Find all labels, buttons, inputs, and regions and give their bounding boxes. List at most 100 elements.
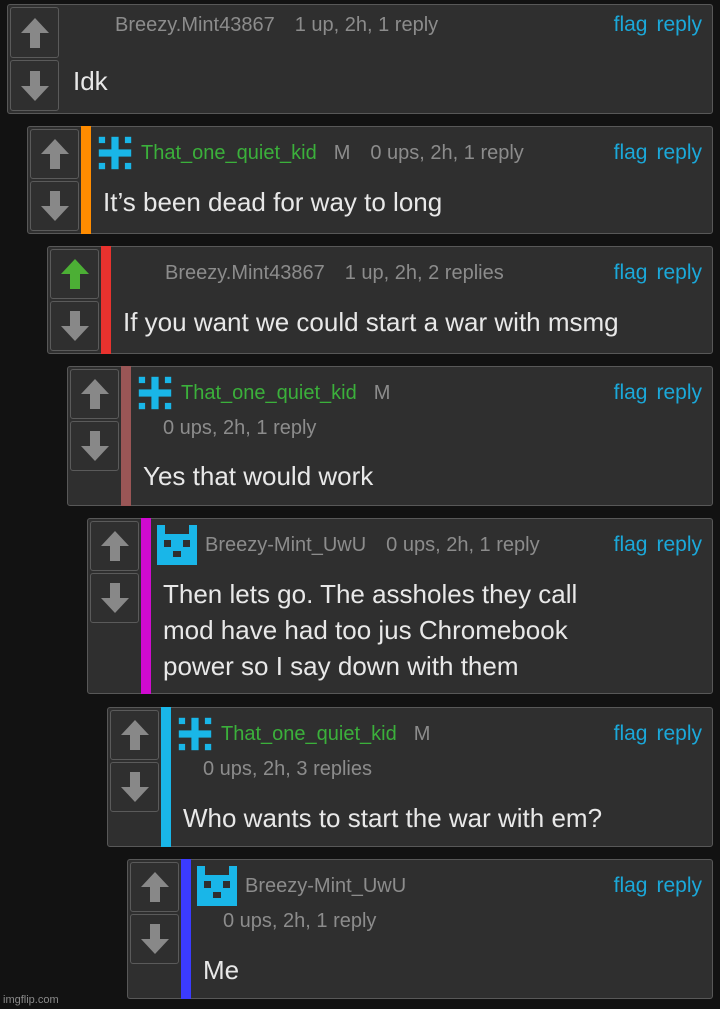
comment-text: Then lets go. The assholes they call mod…: [163, 576, 577, 684]
upvote-button[interactable]: [50, 249, 99, 299]
flag-link[interactable]: flag: [614, 533, 648, 557]
watermark: imgflip.com: [3, 994, 59, 1006]
thread-color-bar: [181, 859, 191, 999]
downvote-button[interactable]: [30, 181, 79, 231]
reply-link[interactable]: reply: [656, 874, 702, 898]
reply-link[interactable]: reply: [656, 381, 702, 405]
thread-color-bar: [121, 366, 131, 506]
comment: That_one_quiet_kid M 0 ups, 2h, 1 reply …: [27, 126, 713, 234]
thread-color-bar: [141, 518, 151, 694]
flag-link[interactable]: flag: [614, 13, 648, 37]
mod-badge: M: [333, 141, 351, 164]
arrow-down-icon: [20, 70, 50, 102]
reply-link[interactable]: reply: [656, 141, 702, 165]
vote-controls: [48, 247, 101, 353]
arrow-down-icon: [80, 430, 110, 462]
upvote-button[interactable]: [10, 7, 59, 58]
comment-stats: 0 ups, 2h, 3 replies: [203, 758, 372, 780]
arrow-down-icon: [100, 582, 130, 614]
vote-controls: [88, 519, 141, 625]
flag-link[interactable]: flag: [614, 381, 648, 405]
vote-controls: [128, 860, 181, 966]
comment-text-line: mod have had too jus Chromebook: [163, 615, 568, 645]
flag-link[interactable]: flag: [614, 261, 648, 285]
mod-badge: M: [373, 381, 391, 404]
comment-stats: 0 ups, 2h, 1 reply: [223, 910, 377, 932]
comment: Breezy-Mint_UwU flag reply 0 ups, 2h, 1 …: [127, 859, 713, 999]
comment: That_one_quiet_kid M flag reply 0 ups, 2…: [107, 707, 713, 847]
username[interactable]: That_one_quiet_kid: [221, 723, 397, 746]
downvote-button[interactable]: [10, 60, 59, 111]
comment-stats: 1 up, 2h, 2 replies: [344, 261, 504, 284]
comment-body: Breezy.Mint43867 1 up, 2h, 1 reply flag …: [63, 5, 712, 113]
upvote-button[interactable]: [30, 129, 79, 179]
comment-text: Who wants to start the war with em?: [183, 803, 603, 833]
username[interactable]: That_one_quiet_kid: [181, 382, 357, 405]
comment: Breezy-Mint_UwU 0 ups, 2h, 1 reply flag …: [87, 518, 713, 694]
comment-body: Breezy-Mint_UwU flag reply 0 ups, 2h, 1 …: [193, 860, 712, 998]
comment-stats: 0 ups, 2h, 1 reply: [163, 417, 317, 439]
vote-controls: [108, 708, 161, 814]
arrow-up-icon: [20, 17, 50, 49]
comment-body: Breezy-Mint_UwU 0 ups, 2h, 1 reply flag …: [153, 519, 712, 693]
comment-stats: 1 up, 2h, 1 reply: [294, 13, 439, 36]
thread-color-bar: [161, 707, 171, 847]
username[interactable]: Breezy-Mint_UwU: [205, 534, 366, 557]
comment: That_one_quiet_kid M flag reply 0 ups, 2…: [67, 366, 713, 506]
comment-body: That_one_quiet_kid M 0 ups, 2h, 1 reply …: [93, 127, 712, 233]
flag-link[interactable]: flag: [614, 874, 648, 898]
arrow-up-icon: [40, 138, 70, 170]
comment-stats: 0 ups, 2h, 1 reply: [370, 141, 524, 164]
username[interactable]: Breezy-Mint_UwU: [245, 875, 406, 898]
comment-body: That_one_quiet_kid M flag reply 0 ups, 2…: [133, 367, 712, 505]
upvote-button[interactable]: [90, 521, 139, 571]
comment-text: Yes that would work: [143, 461, 374, 491]
plus-avatar-icon[interactable]: [97, 135, 133, 171]
username[interactable]: Breezy.Mint43867: [115, 14, 275, 37]
comment-text-line: power so I say down with them: [163, 651, 519, 681]
cat-avatar-icon[interactable]: [197, 866, 237, 906]
upvote-button[interactable]: [110, 710, 159, 760]
thread-color-bar: [101, 246, 111, 354]
thread-color-bar: [81, 126, 91, 234]
downvote-button[interactable]: [50, 301, 99, 351]
upvote-button[interactable]: [130, 862, 179, 912]
comment-text: Me: [203, 955, 240, 985]
downvote-button[interactable]: [90, 573, 139, 623]
arrow-up-icon: [120, 719, 150, 751]
arrow-up-icon: [140, 871, 170, 903]
reply-link[interactable]: reply: [656, 533, 702, 557]
comment-text: If you want we could start a war with ms…: [123, 307, 619, 337]
username[interactable]: Breezy.Mint43867: [165, 262, 325, 285]
arrow-down-icon: [60, 310, 90, 342]
mod-badge: M: [413, 722, 431, 745]
downvote-button[interactable]: [130, 914, 179, 964]
comment-body: That_one_quiet_kid M flag reply 0 ups, 2…: [173, 708, 712, 846]
reply-link[interactable]: reply: [656, 261, 702, 285]
flag-link[interactable]: flag: [614, 141, 648, 165]
comment: Breezy.Mint43867 1 up, 2h, 1 reply flag …: [7, 4, 713, 114]
plus-avatar-icon[interactable]: [177, 716, 213, 752]
vote-controls: [8, 5, 61, 113]
comment-body: Breezy.Mint43867 1 up, 2h, 2 replies fla…: [113, 247, 712, 353]
comment: Breezy.Mint43867 1 up, 2h, 2 replies fla…: [47, 246, 713, 354]
flag-link[interactable]: flag: [614, 722, 648, 746]
vote-controls: [68, 367, 121, 473]
arrow-down-icon: [120, 771, 150, 803]
username[interactable]: That_one_quiet_kid: [141, 142, 317, 165]
downvote-button[interactable]: [110, 762, 159, 812]
comment-text: Idk: [73, 66, 108, 96]
downvote-button[interactable]: [70, 421, 119, 471]
arrow-up-icon: [100, 530, 130, 562]
upvote-button[interactable]: [70, 369, 119, 419]
arrow-up-icon: [80, 378, 110, 410]
reply-link[interactable]: reply: [656, 13, 702, 37]
cat-avatar-icon[interactable]: [157, 525, 197, 565]
plus-avatar-icon[interactable]: [137, 375, 173, 411]
comment-stats: 0 ups, 2h, 1 reply: [386, 533, 540, 556]
vote-controls: [28, 127, 81, 233]
comment-text-line: Then lets go. The assholes they call: [163, 579, 578, 609]
reply-link[interactable]: reply: [656, 722, 702, 746]
arrow-up-icon: [60, 258, 90, 290]
arrow-down-icon: [140, 923, 170, 955]
